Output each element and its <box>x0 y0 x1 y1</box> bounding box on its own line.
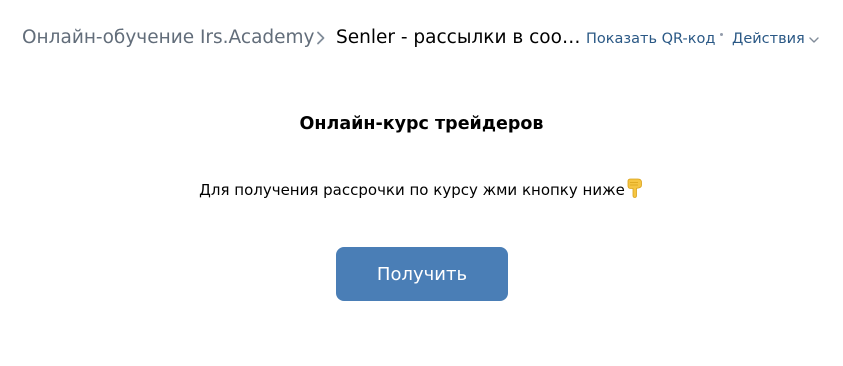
header: Онлайн-обучение Irs.Academy Senler - рас… <box>0 0 843 78</box>
show-qr-code-link[interactable]: Показать QR-код <box>586 31 715 47</box>
pointing-down-hand-icon <box>627 178 642 198</box>
separator-dot <box>720 33 723 36</box>
course-title: Онлайн-курс трейдеров <box>299 114 544 134</box>
breadcrumb-root-link[interactable]: Онлайн-обучение Irs.Academy <box>22 27 315 48</box>
description-text: Для получения рассрочки по курсу жми кно… <box>199 181 625 199</box>
description: Для получения рассрочки по курсу жми кно… <box>0 178 843 199</box>
actions-dropdown[interactable]: Действия <box>732 31 819 47</box>
actions-label: Действия <box>732 31 805 47</box>
get-button[interactable]: Получить <box>336 247 508 301</box>
breadcrumb-current: Senler - рассылки в сообщениях <box>336 27 581 48</box>
page-card: Онлайн-обучение Irs.Academy Senler - рас… <box>0 0 843 366</box>
chevron-down-icon <box>809 36 819 43</box>
chevron-right-icon <box>317 31 325 45</box>
